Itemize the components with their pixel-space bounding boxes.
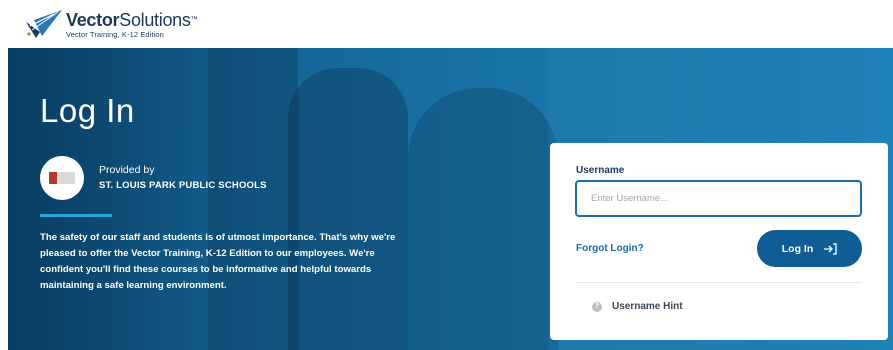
vector-solutions-logo-icon: [26, 10, 62, 38]
panel-divider: [576, 282, 862, 283]
username-hint[interactable]: ? Username Hint: [592, 301, 683, 312]
brand-name: VectorSolutions™: [66, 10, 198, 30]
vector-solutions-logo[interactable]: VectorSolutions™ Vector Training, K-12 E…: [24, 8, 198, 42]
organization-logo-mark: [49, 172, 75, 184]
login-button-label: Log In: [781, 242, 814, 255]
accent-divider: [40, 214, 112, 217]
provided-by-label: Provided by: [99, 164, 155, 176]
login-panel: Username Forgot Login? Log In ? Username…: [550, 143, 888, 340]
help-circle-icon: ?: [592, 301, 602, 312]
organization-name: ST. LOUIS PARK PUBLIC SCHOOLS: [99, 180, 267, 191]
page-title: Log In: [40, 92, 135, 129]
forgot-login-link[interactable]: Forgot Login?: [576, 243, 644, 254]
organization-logo: [40, 156, 84, 200]
hero-photo-shade: [208, 48, 298, 350]
intro-description: The safety of our staff and students is …: [40, 232, 396, 291]
username-input[interactable]: [575, 180, 862, 217]
logo-text: VectorSolutions™ Vector Training, K-12 E…: [66, 10, 198, 39]
top-header: VectorSolutions™ Vector Training, K-12 E…: [0, 0, 893, 48]
login-button[interactable]: Log In: [757, 230, 862, 267]
sign-in-arrow-icon: [824, 242, 837, 255]
username-label: Username: [576, 165, 625, 176]
username-hint-label: Username Hint: [612, 301, 683, 312]
edition-label: Vector Training, K-12 Edition: [66, 30, 164, 39]
hero-photo-figure: [408, 88, 558, 350]
hero-photo-figure: [288, 68, 408, 350]
